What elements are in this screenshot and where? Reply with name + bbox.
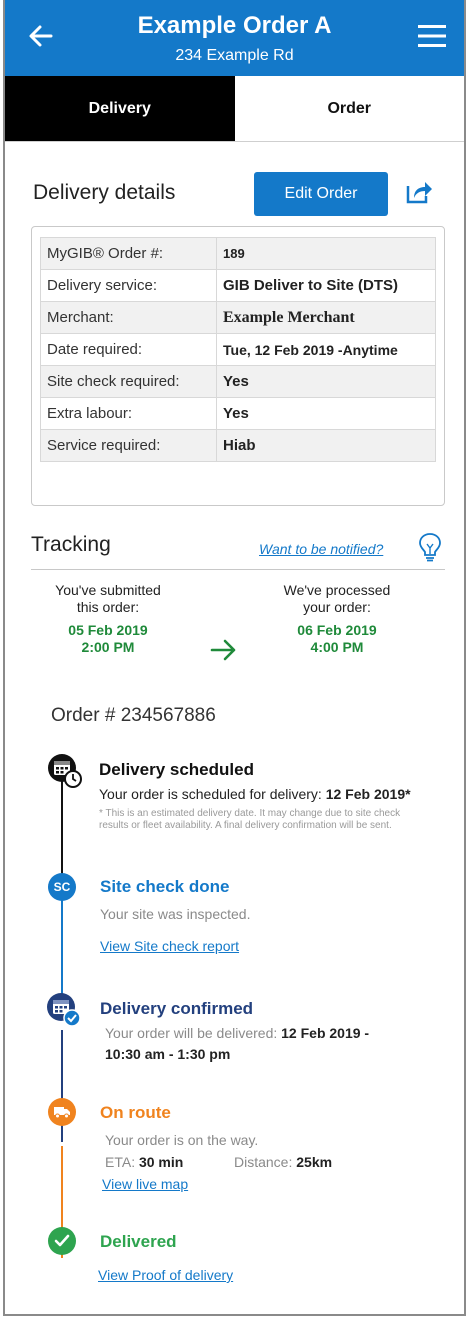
- page-title: Example Order A: [137, 12, 332, 39]
- delivery-details-heading: Delivery details: [33, 181, 176, 204]
- submitted-date-day: 05 Feb 2019: [68, 622, 148, 638]
- notify-link[interactable]: Want to be notified?: [259, 541, 383, 557]
- scheduled-date: 12 Feb 2019*: [325, 786, 411, 802]
- app-header: Example Order A 234 Example Rd: [5, 0, 464, 76]
- delivery-details-panel: MyGIB® Order #: 189 Delivery service: GIB …: [31, 226, 445, 506]
- detail-value: Tue, 12 Feb 2019 -Anytime: [216, 333, 436, 366]
- table-row: Service required: Hiab: [40, 429, 436, 462]
- detail-key: Merchant:: [40, 301, 217, 334]
- table-row: MyGIB® Order #: 189: [40, 237, 436, 270]
- submitted-date-time: 2:00 PM: [81, 639, 135, 655]
- processed-date: 06 Feb 2019 4:00 PM: [267, 622, 407, 656]
- eta-label: ETA:: [105, 1154, 136, 1170]
- confirmed-time: 10:30 am - 1:30 pm: [105, 1046, 231, 1062]
- detail-key: Site check required:: [40, 365, 217, 398]
- step-title-delivered: Delivered: [100, 1232, 177, 1251]
- processed-date-day: 06 Feb 2019: [297, 622, 377, 638]
- step-text-scheduled: Your order is scheduled for delivery: 12…: [99, 786, 411, 802]
- arrow-right-icon: [210, 639, 236, 661]
- tab-bar: Delivery Order: [5, 76, 464, 142]
- processed-status: We've processed your order: 06 Feb 2019 …: [267, 582, 407, 656]
- table-row: Delivery service: GIB Deliver to Site (DT…: [40, 269, 436, 302]
- distance-value: 25km: [296, 1154, 333, 1170]
- timeline-line-scheduled: [61, 778, 63, 878]
- distance-label: Distance:: [234, 1154, 293, 1170]
- page-subtitle: 234 Example Rd: [175, 47, 294, 64]
- detail-value: Hiab: [216, 429, 436, 462]
- detail-value: GIB Deliver to Site (DTS): [216, 269, 436, 302]
- truck-icon: [48, 1098, 76, 1126]
- calendar-check-icon: [47, 993, 81, 1027]
- submitted-label-line1: You've submitted: [55, 582, 161, 598]
- distance-line: Distance: 25km: [234, 1154, 332, 1170]
- step-text-site-check: Your site was inspected.: [100, 906, 251, 922]
- submitted-label-line2: this order:: [76, 599, 140, 615]
- confirmed-time-line: 10:30 am - 1:30 pm: [105, 1046, 230, 1062]
- table-row: Extra labour: Yes: [40, 397, 436, 430]
- proof-of-delivery-link[interactable]: View Proof of delivery: [98, 1267, 233, 1283]
- step-title-site-check: Site check done: [100, 877, 230, 896]
- scheduled-text: Your order is scheduled for delivery:: [99, 786, 322, 802]
- tracking-divider: [31, 569, 445, 570]
- confirmed-text: Your order will be delivered:: [105, 1025, 278, 1041]
- processed-date-time: 4:00 PM: [310, 639, 364, 655]
- delivery-details-table: MyGIB® Order #: 189 Delivery service: GIB …: [40, 237, 436, 462]
- eta-line: ETA: 30 min: [105, 1154, 183, 1170]
- site-check-badge-icon: SC: [48, 873, 76, 901]
- detail-value: Yes: [216, 397, 436, 430]
- order-number: Order # 234567886: [51, 705, 216, 726]
- edit-order-button[interactable]: Edit Order: [254, 172, 388, 216]
- step-title-scheduled: Delivery scheduled: [99, 760, 254, 779]
- detail-key: MyGIB® Order #:: [40, 237, 217, 270]
- app-frame: Example Order A 234 Example Rd Delivery …: [3, 0, 466, 1316]
- detail-value: Yes: [216, 365, 436, 398]
- scheduled-note: * This is an estimated delivery date. It…: [99, 808, 401, 831]
- lightbulb-icon[interactable]: [417, 532, 443, 562]
- submitted-date: 05 Feb 2019 2:00 PM: [33, 622, 183, 656]
- eta-value: 30 min: [138, 1154, 184, 1170]
- table-row: Site check required: Yes: [40, 365, 436, 398]
- check-icon: [48, 1227, 76, 1255]
- calendar-clock-icon: [48, 754, 82, 788]
- submitted-status: You've submitted this order: 05 Feb 2019…: [33, 582, 183, 656]
- tab-delivery[interactable]: Delivery: [5, 76, 235, 141]
- share-icon[interactable]: [404, 178, 434, 206]
- step-text-on-route: Your order is on the way.: [105, 1132, 259, 1148]
- site-check-report-link[interactable]: View Site check report: [100, 938, 239, 954]
- detail-value: 189: [216, 237, 436, 270]
- step-text-confirmed: Your order will be delivered: 12 Feb 201…: [105, 1025, 369, 1041]
- detail-value: Example Merchant: [216, 301, 436, 334]
- table-row: Date required: Tue, 12 Feb 2019 -Anytime: [40, 333, 436, 366]
- tracking-heading: Tracking: [31, 533, 111, 556]
- processed-label-line1: We've processed: [283, 582, 391, 598]
- step-title-confirmed: Delivery confirmed: [100, 999, 254, 1018]
- tab-order[interactable]: Order: [234, 76, 464, 141]
- hamburger-menu-icon[interactable]: [416, 22, 448, 50]
- step-title-on-route: On route: [100, 1103, 171, 1122]
- confirmed-date: 12 Feb 2019 -: [281, 1025, 370, 1041]
- detail-key: Delivery service:: [40, 269, 217, 302]
- detail-key: Extra labour:: [40, 397, 217, 430]
- processed-label-line2: your order:: [303, 599, 371, 615]
- table-row: Merchant: Example Merchant: [40, 301, 436, 334]
- detail-key: Service required:: [40, 429, 217, 462]
- live-map-link[interactable]: View live map: [102, 1176, 188, 1192]
- detail-key: Date required:: [40, 333, 217, 366]
